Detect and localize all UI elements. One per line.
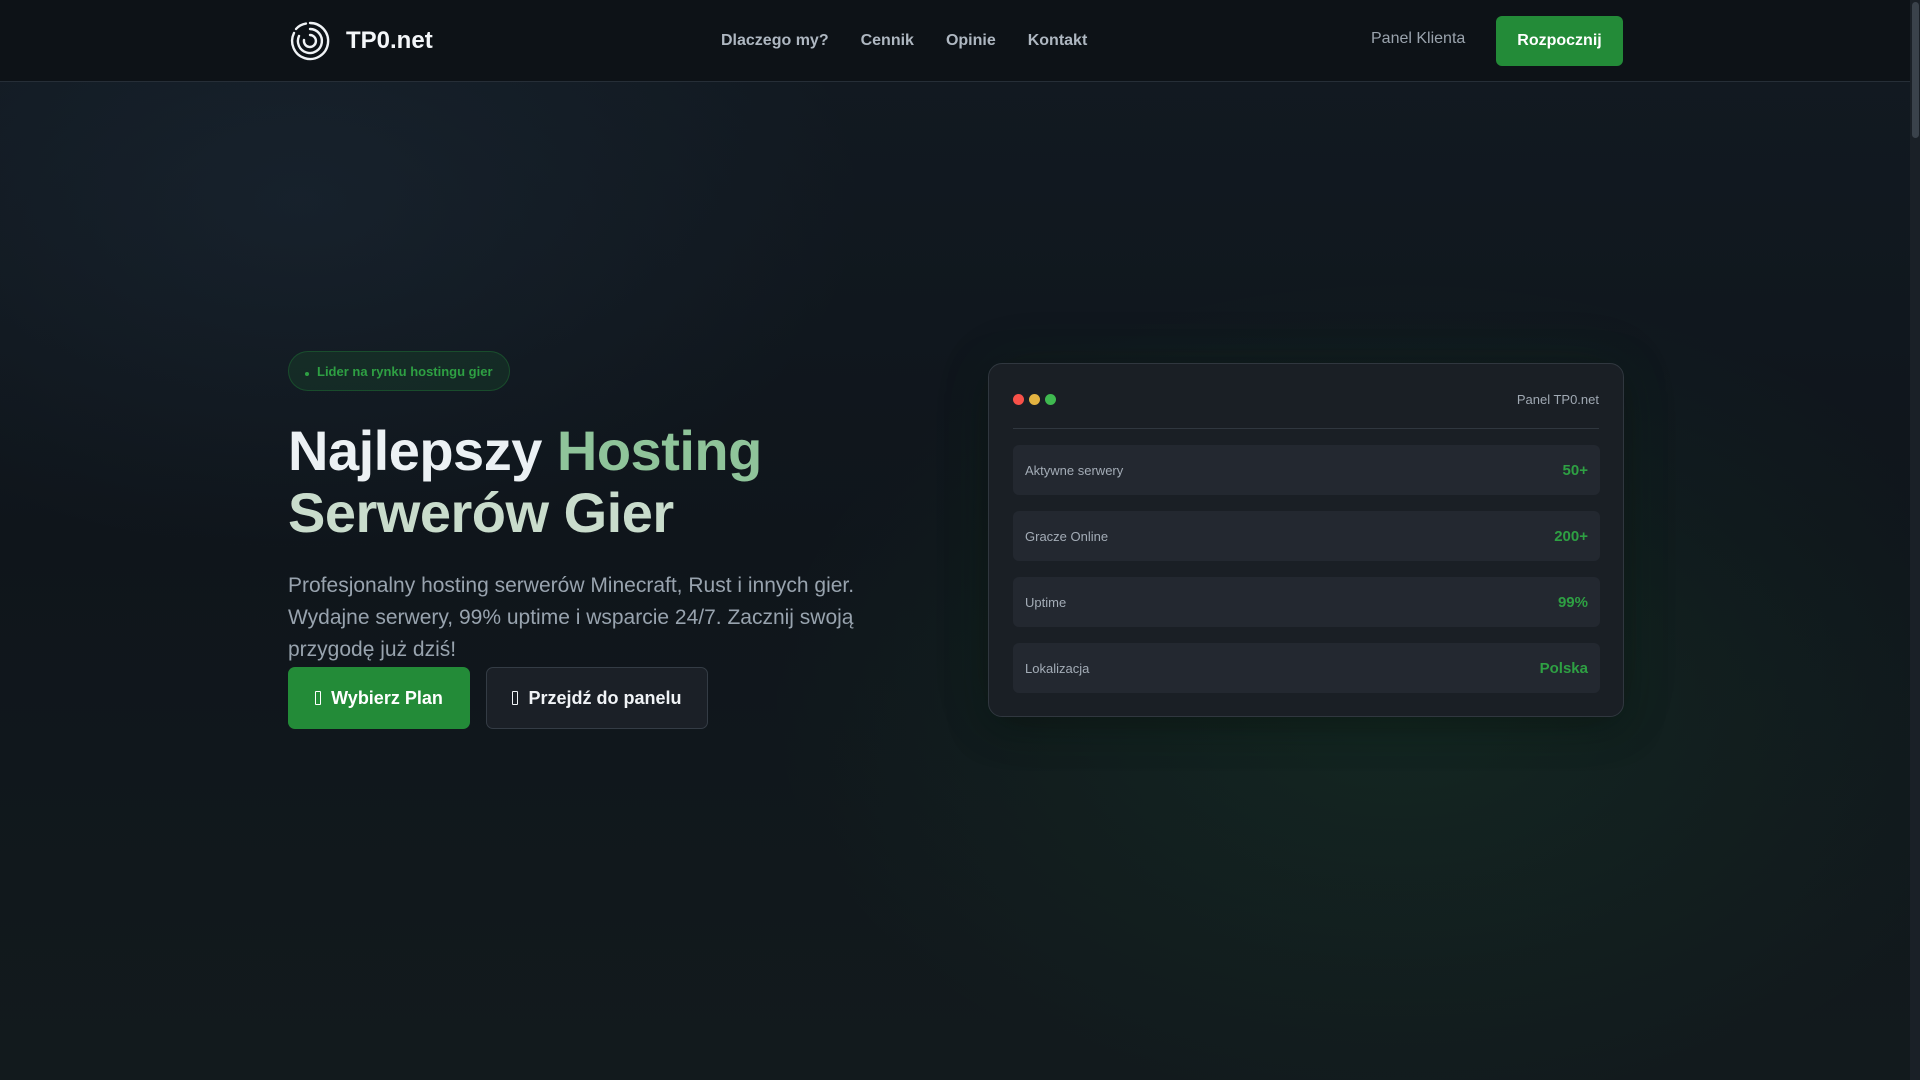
panel-stats: Aktywne serwery 50+ Gracze Online 200+ U… <box>1013 445 1600 709</box>
hero-title: Najlepszy Hosting Serwerów Gier <box>288 420 968 544</box>
stat-value: Polska <box>1539 659 1588 677</box>
panel-title: Panel TP0.net <box>1516 392 1599 407</box>
hero-description: Profesjonalny hosting serwerów Minecraft… <box>288 574 855 661</box>
hero-badge: Lider na rynku hostingu gier <box>288 351 510 391</box>
hero-badge-label: Lider na rynku hostingu gier <box>317 363 493 379</box>
go-to-panel-button[interactable]: Przejdź do panelu <box>486 667 708 729</box>
hero-title-part1: Najlepszy <box>288 419 557 482</box>
stat-label: Uptime <box>1025 594 1067 610</box>
stat-value: 99% <box>1557 593 1588 611</box>
nav-dlaczego-my[interactable]: Dlaczego my? <box>721 32 829 50</box>
nav-kontakt[interactable]: Kontakt <box>1028 32 1088 50</box>
go-to-panel-label: Przejdź do panelu <box>528 687 682 708</box>
window-dots <box>1013 394 1056 405</box>
page-scrollbar[interactable] <box>1910 0 1920 1080</box>
window-dot-yellow <box>1029 394 1040 405</box>
stat-value: 200+ <box>1554 527 1588 545</box>
choose-plan-button[interactable]: Wybierz Plan <box>288 667 470 729</box>
dot-icon <box>305 372 309 376</box>
stat-row: Lokalizacja Polska <box>1013 643 1600 693</box>
brand-name: TP0.net <box>346 27 433 54</box>
main-nav: Dlaczego my? Cennik Opinie Kontakt <box>721 0 1087 82</box>
stat-label: Gracze Online <box>1025 528 1109 544</box>
start-button[interactable]: Rozpocznij <box>1496 16 1623 66</box>
panel-divider <box>1013 428 1599 429</box>
panel-icon <box>512 691 519 705</box>
stat-row: Gracze Online 200+ <box>1013 511 1600 561</box>
nav-cennik[interactable]: Cennik <box>861 32 914 50</box>
window-dot-red <box>1013 394 1024 405</box>
nav-opinie[interactable]: Opinie <box>946 32 996 50</box>
hero-title-part3: Serwerów Gier <box>288 481 674 544</box>
choose-plan-label: Wybierz Plan <box>331 687 443 708</box>
scrollbar-thumb[interactable] <box>1912 2 1919 138</box>
stat-row: Uptime 99% <box>1013 577 1600 627</box>
panel-preview-card: Panel TP0.net Aktywne serwery 50+ Gracze… <box>988 363 1624 717</box>
stat-label: Aktywne serwery <box>1025 462 1124 478</box>
stat-value: 50+ <box>1562 461 1588 479</box>
stat-label: Lokalizacja <box>1025 660 1090 676</box>
spiral-logo-icon <box>290 21 330 61</box>
hero-title-part2: Hosting <box>556 419 762 482</box>
brand-logo[interactable]: TP0.net <box>288 18 433 64</box>
stat-row: Aktywne serwery 50+ <box>1013 445 1600 495</box>
window-dot-green <box>1045 394 1056 405</box>
client-panel-link[interactable]: Panel Klienta <box>1371 30 1465 48</box>
site-header: TP0.net Dlaczego my? Cennik Opinie Konta… <box>0 0 1910 82</box>
server-icon <box>315 691 322 705</box>
